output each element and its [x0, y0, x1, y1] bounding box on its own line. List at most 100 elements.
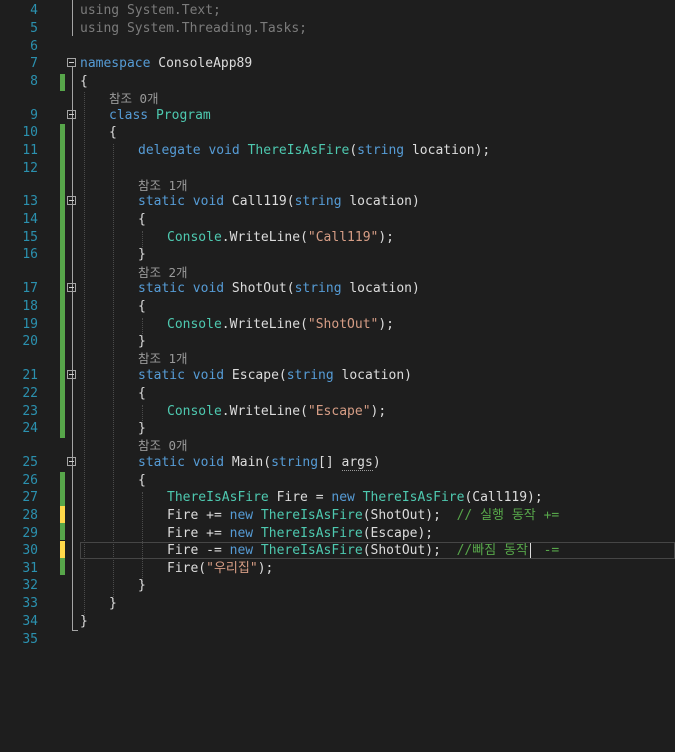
keyword: string — [294, 281, 342, 296]
keyword: void — [200, 143, 240, 158]
line-number: 20 — [22, 334, 38, 349]
brace: { — [80, 74, 88, 89]
code-line-30[interactable]: Fire -= new ThereIsAsFire(ShotOut); //빠짐… — [167, 542, 559, 559]
punct: . — [221, 317, 230, 332]
code-line-32[interactable]: } — [138, 577, 146, 594]
code-line-29[interactable]: Fire += new ThereIsAsFire(Escape); — [167, 525, 433, 542]
collapse-escape-icon[interactable] — [67, 370, 76, 379]
code-editor[interactable]: 4 5 6 7 8 9 10 11 12 13 14 15 16 17 18 19 20 21 22 23 24 25 26… — [0, 0, 675, 752]
change-marker — [60, 472, 65, 506]
param: location — [333, 368, 405, 383]
code-line-24[interactable]: } — [138, 420, 146, 437]
brace: } — [138, 578, 146, 593]
codelens-references[interactable]: 참조 0개 — [138, 437, 188, 454]
line-number: 32 — [22, 578, 38, 593]
code-line-5[interactable]: using System.Threading.Tasks; — [80, 20, 307, 37]
collapse-namespace-icon[interactable] — [67, 58, 76, 67]
code-line-19[interactable]: Console.WriteLine("ShotOut"); — [167, 316, 394, 333]
codelens-text: 참조 1개 — [138, 178, 188, 193]
line-number: 31 — [22, 561, 38, 576]
type-name: ThereIsAsFire — [253, 543, 363, 558]
code-line-7[interactable]: namespace ConsoleApp89 — [80, 55, 252, 72]
line-number: 12 — [22, 161, 38, 176]
brace: } — [138, 247, 146, 262]
line-number: 14 — [22, 212, 38, 227]
code-line-27[interactable]: ThereIsAsFire Fire = new ThereIsAsFire(C… — [167, 489, 543, 506]
code-line-14[interactable]: { — [138, 211, 146, 228]
code-line-31[interactable]: Fire("우리집"); — [167, 560, 273, 577]
codelens-references[interactable]: 참조 0개 — [109, 90, 159, 107]
code-line-25[interactable]: static void Main(string[] args) — [138, 454, 381, 471]
line-number: 35 — [22, 632, 38, 647]
code-line-20[interactable]: } — [138, 333, 146, 350]
codelens-references[interactable]: 참조 1개 — [138, 350, 188, 367]
line-number: 13 — [22, 194, 38, 209]
string-literal: "우리집" — [206, 561, 258, 576]
collapse-class-icon[interactable] — [67, 110, 76, 119]
codelens-references[interactable]: 참조 1개 — [138, 177, 188, 194]
unsaved-change-marker — [60, 541, 65, 558]
method-name: WriteLine — [229, 404, 301, 419]
change-marker — [60, 124, 65, 438]
keyword: void — [184, 194, 225, 209]
code-line-26[interactable]: { — [138, 472, 146, 489]
string-literal: "Call119" — [307, 230, 379, 245]
keyword: void — [184, 455, 225, 470]
collapse-call119-icon[interactable] — [67, 196, 76, 205]
line-number: 22 — [22, 386, 38, 401]
type-name: Console — [167, 404, 222, 419]
type-name: Console — [167, 317, 222, 332]
code-line-33[interactable]: } — [109, 595, 117, 612]
code-line-28[interactable]: Fire += new ThereIsAsFire(ShotOut); // 실… — [167, 507, 559, 524]
code-line-15[interactable]: Console.WriteLine("Call119"); — [167, 229, 394, 246]
code-line-22[interactable]: { — [138, 385, 146, 402]
code-line-8[interactable]: { — [80, 73, 88, 90]
code-line-4[interactable]: using System.Text; — [80, 2, 221, 19]
code-line-17[interactable]: static void ShotOut(string location) — [138, 280, 420, 297]
string-literal: "Escape" — [307, 404, 371, 419]
keyword: new — [229, 508, 254, 523]
keyword: new — [229, 526, 254, 541]
code-line-16[interactable]: } — [138, 246, 146, 263]
param: location — [404, 143, 475, 158]
line-number: 24 — [22, 421, 38, 436]
code-line-34[interactable]: } — [80, 613, 88, 630]
keyword: using — [80, 3, 120, 18]
punct: ); — [378, 317, 395, 332]
code-line-10[interactable]: { — [109, 124, 117, 141]
line-number: 29 — [22, 526, 38, 541]
brace: } — [109, 596, 117, 611]
type-name: Console — [167, 230, 222, 245]
punct: [] — [318, 455, 342, 470]
change-marker — [60, 74, 65, 91]
collapse-shotout-icon[interactable] — [67, 283, 76, 292]
code-text: Fire( — [167, 561, 207, 576]
code-line-18[interactable]: { — [138, 298, 146, 315]
method-name: WriteLine — [229, 230, 301, 245]
keyword: new — [331, 490, 355, 505]
line-number: 16 — [22, 247, 38, 262]
method-name: Main — [224, 455, 264, 470]
collapse-main-icon[interactable] — [67, 457, 76, 466]
type-name: Program — [148, 108, 211, 123]
keyword: static — [138, 194, 185, 209]
keyword: new — [229, 543, 254, 558]
line-number: 19 — [22, 317, 38, 332]
indent-guide — [113, 144, 114, 601]
keyword: using — [80, 21, 120, 36]
codelens-text: 참조 1개 — [138, 351, 188, 366]
brace: { — [138, 473, 146, 488]
code-line-21[interactable]: static void Escape(string location) — [138, 367, 412, 384]
line-number: 17 — [22, 281, 38, 296]
type-name: ThereIsAsFire — [239, 143, 350, 158]
outline-line — [72, 0, 73, 36]
brace: } — [138, 334, 146, 349]
code-line-13[interactable]: static void Call119(string location) — [138, 193, 420, 210]
code-line-23[interactable]: Console.WriteLine("Escape"); — [167, 403, 386, 420]
code-text: Fire += — [167, 526, 230, 541]
codelens-references[interactable]: 참조 2개 — [138, 264, 188, 281]
code-line-9[interactable]: class Program — [109, 107, 211, 124]
punct: ( — [349, 143, 358, 158]
punct: ); — [257, 561, 274, 576]
code-line-11[interactable]: delegate void ThereIsAsFire(string locat… — [138, 142, 490, 159]
